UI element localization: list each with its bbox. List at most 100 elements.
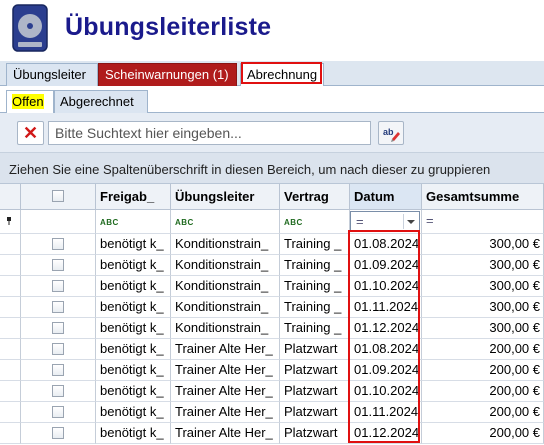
cell-datum: 01.11.2024: [350, 402, 422, 423]
cell-vertrag: Training _: [280, 255, 350, 276]
sub-tab-bar: Offen Abgerechnet: [0, 86, 544, 113]
close-icon: ✕: [22, 123, 39, 143]
row-checkbox[interactable]: [52, 406, 64, 418]
text-filter-icon: ABC: [284, 218, 303, 227]
row-select-cell: [21, 360, 96, 381]
tab-offen[interactable]: Offen: [6, 90, 54, 113]
cell-freigabe: benötigt k_: [96, 297, 171, 318]
table-row[interactable]: benötigt k_ Konditionstrain_ Training _ 01.…: [0, 255, 544, 276]
chevron-down-icon[interactable]: [403, 214, 417, 229]
row-checkbox[interactable]: [52, 238, 64, 250]
cell-gesamtsumme: 200,00 €: [422, 339, 544, 360]
cell-vertrag: Platzwart: [280, 360, 350, 381]
cell-freigabe: benötigt k_: [96, 381, 171, 402]
cell-gesamtsumme: 300,00 €: [422, 297, 544, 318]
tab-abgerechnet[interactable]: Abgerechnet: [54, 90, 148, 113]
row-select-cell: [21, 297, 96, 318]
table-row[interactable]: benötigt k_ Trainer Alte Her_ Platzwart 01.…: [0, 360, 544, 381]
table-row[interactable]: benötigt k_ Trainer Alte Her_ Platzwart 01.…: [0, 381, 544, 402]
row-select-cell: [21, 234, 96, 255]
col-header-freigabe[interactable]: Freigab_: [96, 184, 171, 210]
cell-vertrag: Platzwart: [280, 402, 350, 423]
row-checkbox[interactable]: [52, 385, 64, 397]
group-by-hint: Ziehen Sie eine Spaltenüberschrift in di…: [9, 162, 491, 177]
cell-vertrag: Training _: [280, 276, 350, 297]
cell-uebungsleiter: Trainer Alte Her_: [171, 423, 280, 444]
row-indicator: [0, 423, 21, 444]
grid-header-row: Freigab_ Übungsleiter Vertrag Datum Gesa…: [0, 184, 544, 210]
filter-gesamtsumme[interactable]: =: [422, 210, 544, 234]
col-header-uebungsleiter[interactable]: Übungsleiter: [171, 184, 280, 210]
cell-datum: 01.12.2024: [350, 318, 422, 339]
equals-operator: =: [356, 214, 364, 229]
table-row[interactable]: benötigt k_ Konditionstrain_ Training _ 01.…: [0, 297, 544, 318]
cell-gesamtsumme: 200,00 €: [422, 402, 544, 423]
cell-vertrag: Training _: [280, 318, 350, 339]
cell-freigabe: benötigt k_: [96, 423, 171, 444]
table-row[interactable]: benötigt k_ Konditionstrain_ Training _ 01.…: [0, 318, 544, 339]
cell-uebungsleiter: Konditionstrain_: [171, 234, 280, 255]
tab-abrechnung[interactable]: Abrechnung: [240, 63, 324, 87]
row-indicator: [0, 339, 21, 360]
cell-vertrag: Platzwart: [280, 381, 350, 402]
table-row[interactable]: benötigt k_ Trainer Alte Her_ Platzwart 01.…: [0, 402, 544, 423]
row-select-cell: [21, 381, 96, 402]
row-indicator: [0, 276, 21, 297]
row-indicator: [0, 402, 21, 423]
row-checkbox[interactable]: [52, 280, 64, 292]
text-filter-icon: ABC: [100, 218, 119, 227]
cell-uebungsleiter: Konditionstrain_: [171, 318, 280, 339]
select-all-header[interactable]: [21, 184, 96, 210]
row-indicator: [0, 234, 21, 255]
cell-vertrag: Training _: [280, 234, 350, 255]
tab-uebungsleiter[interactable]: Übungsleiter: [6, 63, 98, 86]
tab-offen-label: Offen: [12, 94, 44, 109]
cell-vertrag: Platzwart: [280, 339, 350, 360]
row-select-cell: [21, 318, 96, 339]
pin-icon: [7, 217, 11, 225]
row-checkbox[interactable]: [52, 364, 64, 376]
row-checkbox[interactable]: [52, 259, 64, 271]
search-input[interactable]: [48, 121, 371, 145]
text-search-icon: ab: [383, 127, 400, 142]
tab-scheinwarnungen[interactable]: Scheinwarnungen (1): [98, 63, 237, 86]
row-indicator: [0, 297, 21, 318]
cell-uebungsleiter: Trainer Alte Her_: [171, 339, 280, 360]
cell-gesamtsumme: 300,00 €: [422, 276, 544, 297]
cell-vertrag: Training _: [280, 297, 350, 318]
cell-gesamtsumme: 300,00 €: [422, 255, 544, 276]
col-header-datum[interactable]: Datum: [350, 184, 422, 210]
select-all-checkbox[interactable]: [52, 190, 64, 202]
row-indicator: [0, 255, 21, 276]
clear-search-button[interactable]: ✕: [17, 121, 44, 145]
cell-datum: 01.09.2024: [350, 255, 422, 276]
disk-icon: [12, 4, 48, 52]
table-row[interactable]: benötigt k_ Konditionstrain_ Training _ 01.…: [0, 276, 544, 297]
cell-uebungsleiter: Konditionstrain_: [171, 276, 280, 297]
filter-datum[interactable]: =: [350, 210, 422, 234]
filter-uebungsleiter[interactable]: ABC: [171, 210, 280, 234]
cell-datum: 01.10.2024: [350, 381, 422, 402]
main-tab-bar: Übungsleiter Scheinwarnungen (1) Abrechn…: [0, 61, 544, 87]
cell-freigabe: benötigt k_: [96, 255, 171, 276]
row-checkbox[interactable]: [52, 427, 64, 439]
table-row[interactable]: benötigt k_ Konditionstrain_ Training _ 01.…: [0, 234, 544, 255]
cell-freigabe: benötigt k_: [96, 276, 171, 297]
row-indicator: [0, 318, 21, 339]
table-row[interactable]: benötigt k_ Trainer Alte Her_ Platzwart 01.…: [0, 423, 544, 444]
group-by-panel[interactable]: Ziehen Sie eine Spaltenüberschrift in di…: [0, 153, 544, 184]
cell-uebungsleiter: Konditionstrain_: [171, 255, 280, 276]
row-checkbox[interactable]: [52, 322, 64, 334]
cell-gesamtsumme: 200,00 €: [422, 423, 544, 444]
filter-datum-dropdown[interactable]: =: [350, 211, 420, 231]
cell-datum: 01.11.2024: [350, 297, 422, 318]
row-select-cell: [21, 402, 96, 423]
table-row[interactable]: benötigt k_ Trainer Alte Her_ Platzwart 01.…: [0, 339, 544, 360]
row-checkbox[interactable]: [52, 301, 64, 313]
col-header-vertrag[interactable]: Vertrag: [280, 184, 350, 210]
filter-freigabe[interactable]: ABC: [96, 210, 171, 234]
filter-vertrag[interactable]: ABC: [280, 210, 350, 234]
search-options-button[interactable]: ab: [378, 121, 404, 145]
row-checkbox[interactable]: [52, 343, 64, 355]
col-header-gesamtsumme[interactable]: Gesamtsumme: [422, 184, 544, 210]
